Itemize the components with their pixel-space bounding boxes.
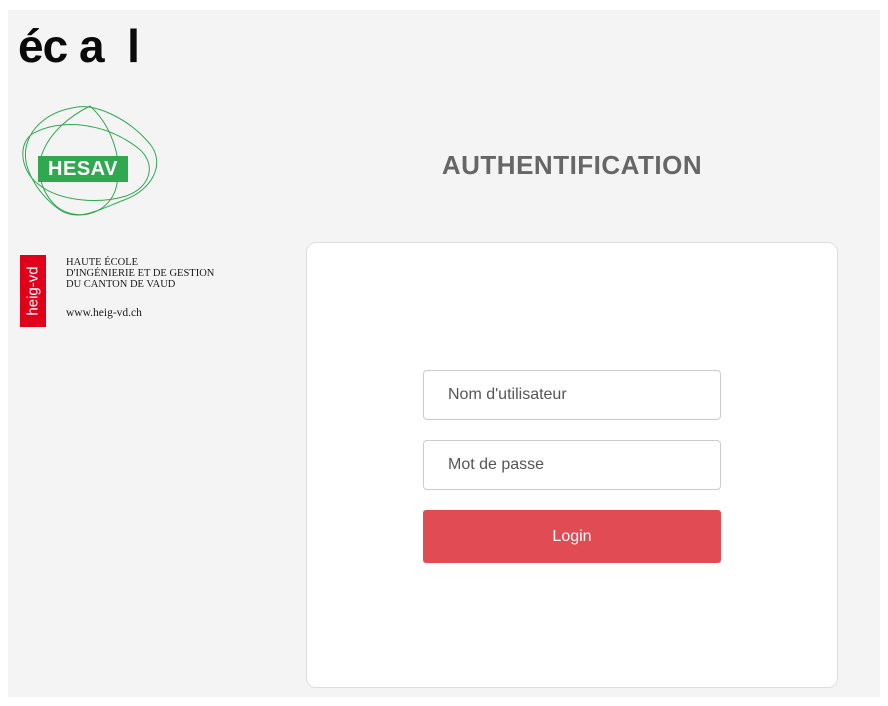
page-title: AUTHENTIFICATION xyxy=(441,150,703,180)
heig-vd-line-2: D'INGÉNIERIE ET DE GESTION xyxy=(66,268,215,279)
heig-vd-logo: heig-vd HAUTE ÉCOLE D'INGÉNIERIE ET DE G… xyxy=(20,255,260,327)
heig-vd-line-3: DU CANTON DE VAUD xyxy=(66,279,176,290)
heig-vd-url: www.heig-vd.ch xyxy=(66,307,142,319)
heig-vd-badge: heig-vd xyxy=(20,255,46,327)
heig-vd-name: HAUTE ÉCOLE D'INGÉNIERIE ET DE GESTION D… xyxy=(66,257,214,290)
hesav-label: HESAV xyxy=(38,156,128,182)
login-card: Login xyxy=(306,242,838,688)
username-input[interactable] xyxy=(423,370,721,420)
heig-vd-badge-text: heig-vd xyxy=(24,266,42,316)
page-background: éc a l HESAV heig-vd HAUTE ÉCOLE D'INGÉN… xyxy=(8,10,880,697)
heig-vd-line-1: HAUTE ÉCOLE xyxy=(66,257,139,268)
login-button[interactable]: Login xyxy=(423,510,721,563)
hesav-logo: HESAV xyxy=(20,104,160,224)
password-input[interactable] xyxy=(423,440,721,490)
ecal-logo: éc a l xyxy=(18,20,140,72)
